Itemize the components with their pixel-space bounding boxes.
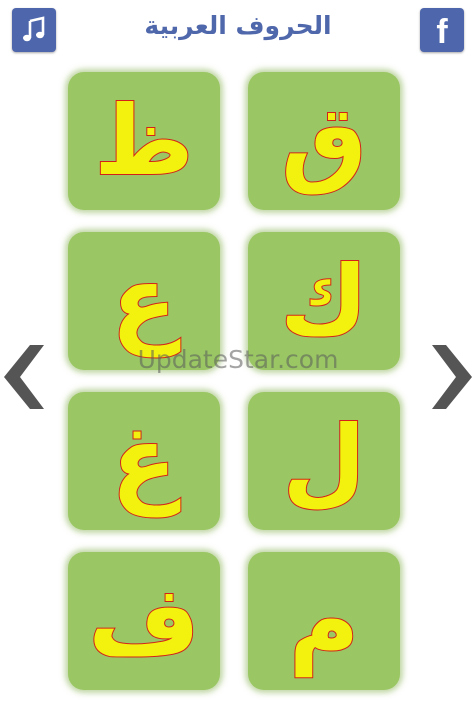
previous-page-button[interactable] <box>0 345 46 409</box>
chevron-left-icon <box>4 345 44 409</box>
letter-glyph: غ <box>110 405 178 517</box>
letter-glyph: ك <box>279 245 369 357</box>
letter-glyph: ف <box>87 565 201 677</box>
letter-tile-ain[interactable]: ع <box>68 232 220 370</box>
letter-glyph: ع <box>110 245 178 357</box>
letter-grid: ظ ق ع ك غ ل ف م <box>0 0 476 716</box>
letter-tile-qaf[interactable]: ق <box>248 72 400 210</box>
letter-glyph: ق <box>280 85 368 197</box>
letter-tile-zah[interactable]: ظ <box>68 72 220 210</box>
next-page-button[interactable] <box>430 345 476 409</box>
letter-glyph: ظ <box>93 85 195 197</box>
letter-tile-fa[interactable]: ف <box>68 552 220 690</box>
letter-glyph: م <box>288 565 360 677</box>
letter-tile-kaf[interactable]: ك <box>248 232 400 370</box>
letter-tile-ghain[interactable]: غ <box>68 392 220 530</box>
letter-glyph: ل <box>281 405 366 517</box>
letter-tile-meem[interactable]: م <box>248 552 400 690</box>
letter-tile-lam[interactable]: ل <box>248 392 400 530</box>
chevron-right-icon <box>432 345 472 409</box>
